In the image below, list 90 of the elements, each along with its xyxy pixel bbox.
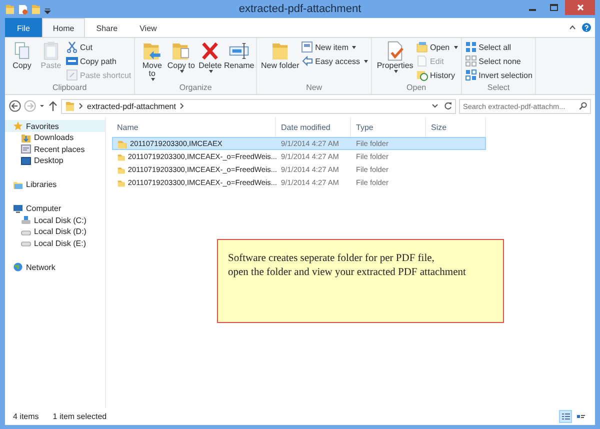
sidebar-item[interactable]: Recent places bbox=[5, 144, 105, 155]
folder-icon bbox=[117, 138, 127, 148]
ribbon-button[interactable]: Select none bbox=[464, 55, 532, 67]
ribbon-button[interactable]: New item bbox=[301, 41, 368, 53]
history-icon bbox=[416, 69, 428, 81]
ribbon-button[interactable]: Properties bbox=[375, 40, 416, 83]
back-button[interactable] bbox=[9, 100, 21, 112]
clipboard-icon bbox=[41, 41, 61, 61]
sidebar-item[interactable]: Network bbox=[5, 261, 105, 273]
sidebar-item[interactable]: Local Disk (C:) bbox=[5, 214, 105, 226]
ribbon-button[interactable]: Easy access bbox=[301, 55, 368, 67]
ribbon-button[interactable]: Rename bbox=[225, 40, 254, 83]
sidebar-item[interactable]: Favorites bbox=[5, 120, 105, 132]
back-icon bbox=[9, 100, 21, 112]
ribbon-button[interactable]: Move to bbox=[138, 40, 166, 83]
address-field[interactable]: extracted-pdf-attachment bbox=[61, 98, 456, 114]
ribbon-button[interactable]: New folder bbox=[260, 40, 300, 83]
refresh-icon[interactable] bbox=[444, 102, 452, 110]
folder-icon bbox=[117, 178, 125, 188]
ribbon-button[interactable]: Copy to bbox=[167, 40, 196, 83]
star-icon bbox=[13, 121, 23, 131]
ribbon-button[interactable]: Copy path bbox=[66, 55, 132, 67]
callout-note: Software creates seperate folder for per PDF file, open the folder and view your extracted PDF attachment bbox=[217, 239, 504, 323]
ribbon-button[interactable]: Copy bbox=[8, 40, 36, 83]
computer-icon bbox=[13, 204, 23, 214]
drive-icon bbox=[21, 215, 31, 226]
network-icon bbox=[13, 262, 23, 272]
window-title: extracted-pdf-attachment bbox=[238, 3, 362, 15]
ribbon-button[interactable]: Invert selection bbox=[464, 69, 532, 81]
scissors-icon bbox=[66, 41, 78, 53]
sidebar-item[interactable]: Desktop bbox=[5, 155, 105, 166]
select-none-icon bbox=[464, 55, 477, 67]
group-label: New bbox=[305, 83, 324, 94]
ribbon-button[interactable]: Open bbox=[416, 41, 458, 53]
folder-icon bbox=[270, 41, 290, 61]
collapse-icon[interactable] bbox=[569, 25, 576, 30]
invert-selection-icon bbox=[464, 69, 477, 81]
ribbon-button[interactable]: Select all bbox=[464, 41, 532, 53]
folder-icon bbox=[117, 164, 125, 174]
details-view-icon bbox=[560, 412, 570, 421]
view-button[interactable] bbox=[559, 410, 572, 423]
select-all-icon bbox=[464, 41, 477, 53]
ribbon-button[interactable]: Delete bbox=[196, 40, 224, 83]
forward-icon bbox=[24, 100, 36, 112]
up-icon bbox=[48, 100, 58, 112]
folder-icon bbox=[117, 152, 125, 162]
desktop-icon bbox=[21, 156, 31, 166]
ribbon-tab[interactable]: Share bbox=[85, 18, 129, 37]
sidebar-item[interactable]: Libraries bbox=[5, 178, 105, 190]
folder-picture-icon bbox=[416, 41, 428, 53]
breadcrumb[interactable]: extracted-pdf-attachment bbox=[87, 102, 176, 110]
help-icon[interactable] bbox=[582, 23, 591, 32]
document-icon[interactable] bbox=[18, 4, 28, 14]
item-count: 4 items bbox=[13, 412, 39, 421]
folder-arrow-icon bbox=[142, 41, 162, 61]
group-label: Organize bbox=[178, 83, 213, 94]
search-icon bbox=[579, 102, 587, 110]
ribbon-tab[interactable]: Home bbox=[42, 18, 86, 37]
chevron-icon bbox=[180, 103, 184, 109]
new-item-icon bbox=[301, 41, 314, 53]
recent-places-icon bbox=[21, 144, 31, 154]
ribbon-tab[interactable]: View bbox=[128, 18, 168, 37]
ribbon-button[interactable]: History bbox=[416, 69, 458, 81]
arrow-icon bbox=[301, 55, 314, 67]
ribbon-tab[interactable]: File bbox=[5, 18, 42, 37]
tiles-view-icon bbox=[576, 412, 586, 421]
document-check-icon bbox=[385, 41, 406, 61]
library-icon bbox=[13, 180, 23, 190]
up-button[interactable] bbox=[48, 100, 58, 112]
close-button[interactable] bbox=[565, 0, 595, 15]
group-label: Open bbox=[406, 83, 428, 94]
rename-icon bbox=[229, 41, 250, 61]
group-label: Select bbox=[486, 83, 511, 94]
chevron-icon bbox=[79, 103, 83, 109]
selection-count: 1 item selected bbox=[52, 412, 107, 421]
close-icon bbox=[576, 4, 584, 11]
download-icon bbox=[21, 132, 31, 143]
folder-copy-icon bbox=[171, 41, 192, 61]
sidebar-item[interactable]: Downloads bbox=[5, 132, 105, 144]
sidebar-item[interactable]: Local Disk (E:) bbox=[5, 238, 105, 249]
folder-icon bbox=[65, 100, 75, 112]
dropdown-icon[interactable] bbox=[432, 104, 438, 108]
ribbon-button[interactable]: Cut bbox=[66, 41, 132, 53]
delete-icon bbox=[200, 41, 220, 61]
copy-icon bbox=[12, 41, 32, 61]
maximize-icon bbox=[550, 4, 558, 11]
group-label: Clipboard bbox=[51, 83, 88, 94]
sidebar-item[interactable]: Local Disk (D:) bbox=[5, 226, 105, 238]
document-icon bbox=[416, 55, 428, 67]
sidebar-item[interactable]: Computer bbox=[5, 202, 105, 214]
